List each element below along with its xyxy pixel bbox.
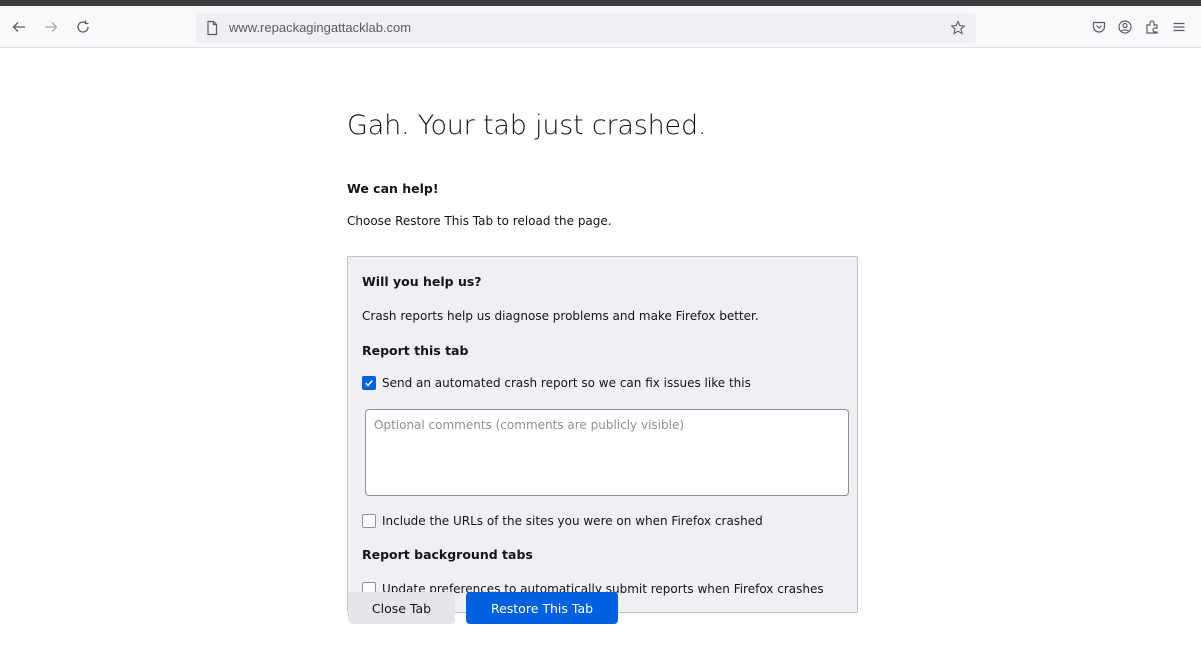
include-urls-checkbox[interactable]	[362, 514, 376, 528]
url-text[interactable]: www.repackagingattacklab.com	[229, 20, 411, 35]
account-icon[interactable]	[1112, 14, 1138, 40]
bookmark-star-icon[interactable]	[950, 20, 966, 36]
restore-tab-button[interactable]: Restore This Tab	[466, 592, 618, 624]
crash-report-panel: Will you help us? Crash reports help us …	[347, 256, 858, 613]
send-report-label: Send an automated crash report so we can…	[382, 376, 751, 390]
page-title: Gah. Your tab just crashed.	[347, 110, 707, 141]
panel-text: Crash reports help us diagnose problems …	[362, 309, 759, 323]
report-tab-heading: Report this tab	[362, 343, 469, 358]
panel-heading: Will you help us?	[362, 274, 482, 289]
back-arrow-icon[interactable]	[6, 14, 32, 40]
include-urls-label: Include the URLs of the sites you were o…	[382, 514, 763, 528]
pocket-icon[interactable]	[1086, 14, 1112, 40]
page-icon	[204, 20, 220, 36]
close-tab-button[interactable]: Close Tab	[348, 592, 455, 624]
extensions-icon[interactable]	[1139, 14, 1165, 40]
include-urls-option[interactable]: Include the URLs of the sites you were o…	[362, 513, 763, 529]
send-report-checkbox[interactable]	[362, 376, 376, 390]
browser-toolbar: www.repackagingattacklab.com	[0, 6, 1201, 48]
reload-icon[interactable]	[70, 14, 96, 40]
comments-textarea[interactable]	[365, 409, 849, 496]
help-heading: We can help!	[347, 181, 439, 196]
help-text: Choose Restore This Tab to reload the pa…	[347, 214, 612, 228]
send-report-option[interactable]: Send an automated crash report so we can…	[362, 375, 751, 391]
hamburger-menu-icon[interactable]	[1166, 14, 1192, 40]
url-bar[interactable]: www.repackagingattacklab.com	[196, 13, 976, 43]
forward-arrow-icon[interactable]	[38, 14, 64, 40]
background-tabs-heading: Report background tabs	[362, 547, 533, 562]
